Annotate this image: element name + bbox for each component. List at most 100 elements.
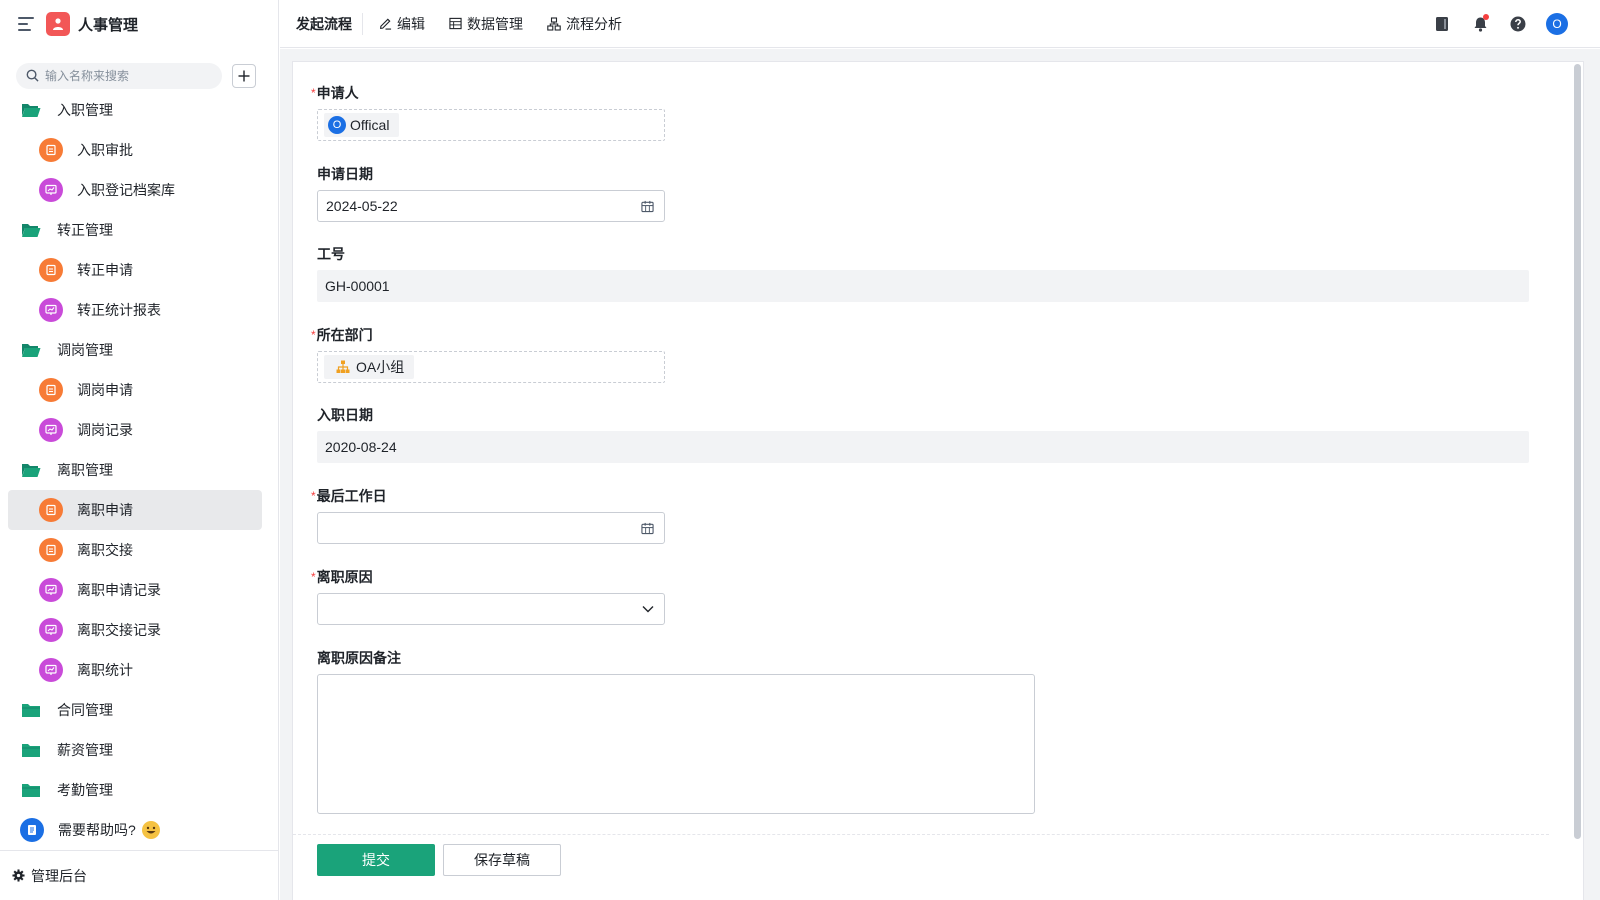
question-icon: [1510, 16, 1526, 32]
field-label: 离职原因备注: [317, 648, 1035, 668]
label-text: 入职日期: [317, 407, 373, 423]
tab-process-analysis[interactable]: 流程分析: [547, 14, 622, 34]
scrollbar[interactable]: [1574, 64, 1581, 839]
sidebar-group-regularization[interactable]: 转正管理: [0, 210, 279, 250]
field-applicant: * 申请人 O Offical: [311, 83, 665, 141]
sidebar-item-resignation-stats[interactable]: 离职统计: [8, 650, 262, 690]
header-actions: O: [1414, 0, 1568, 48]
sidebar-group-salary[interactable]: 薪资管理: [0, 730, 279, 770]
app-logo-icon: [46, 12, 70, 36]
label-text: 所在部门: [316, 327, 373, 343]
sidebar-item-onboarding-approval[interactable]: 入职审批: [8, 130, 262, 170]
field-hire-date: 入职日期 2020-08-24: [317, 405, 1529, 463]
sidebar-group-resignation[interactable]: 离职管理: [0, 450, 279, 490]
folder-open-icon: [22, 344, 41, 357]
smile-emoji-icon: [141, 821, 160, 839]
department-picker[interactable]: OA小组: [317, 351, 665, 383]
calendar-icon: [641, 200, 654, 212]
notification-button[interactable]: [1470, 14, 1490, 34]
table-icon: [449, 17, 462, 30]
gear-icon: [12, 869, 25, 882]
applicant-picker[interactable]: O Offical: [317, 109, 665, 141]
tab-label: 流程分析: [566, 15, 622, 32]
sidebar-group-transfer[interactable]: 调岗管理: [0, 330, 279, 370]
sidebar-group-contract[interactable]: 合同管理: [0, 690, 279, 730]
form-card: * 申请人 O Offical 申请日期 2024-05-22 工号 GH-000…: [292, 61, 1584, 900]
user-avatar[interactable]: O: [1546, 13, 1568, 35]
report-icon: [39, 658, 63, 682]
sidebar-item-transfer-records[interactable]: 调岗记录: [8, 410, 262, 450]
sidebar-group-label: 转正管理: [57, 222, 113, 238]
sidebar-item-resignation-apply[interactable]: 离职申请: [8, 490, 262, 530]
sidebar-item-label: 转正统计报表: [77, 302, 161, 318]
label-text: 申请日期: [317, 166, 373, 182]
apply-date-input[interactable]: 2024-05-22: [317, 190, 665, 222]
app-title: 人事管理: [78, 16, 139, 34]
tab-label: 编辑: [397, 15, 425, 32]
folder-open-icon: [22, 104, 41, 117]
employee-no-value: GH-00001: [317, 270, 1529, 302]
field-label: 申请日期: [317, 164, 665, 184]
sidebar-item-regularization-report[interactable]: 转正统计报表: [8, 290, 262, 330]
department-chip[interactable]: OA小组: [324, 355, 415, 379]
sidebar-group-label: 入职管理: [57, 102, 113, 118]
plus-icon: [238, 70, 250, 81]
label-text: 离职原因: [316, 569, 373, 585]
calendar-icon: [641, 522, 654, 534]
search-input[interactable]: [45, 68, 215, 83]
save-draft-button[interactable]: 保存草稿: [443, 844, 561, 876]
required-mark: *: [311, 328, 316, 342]
field-apply-date: 申请日期 2024-05-22: [317, 164, 665, 222]
flow-icon: [547, 16, 561, 31]
submit-button[interactable]: 提交: [317, 844, 435, 876]
sidebar: 人事管理 入职管理 入职审批 入职登记档案库 转正管理: [0, 0, 279, 900]
tab-edit[interactable]: 编辑: [379, 14, 425, 34]
folder-open-icon: [22, 224, 41, 237]
tab-label: 发起流程: [296, 15, 352, 32]
field-last-day: * 最后工作日: [311, 486, 665, 544]
sidebar-item-resignation-apply-records[interactable]: 离职申请记录: [8, 570, 262, 610]
search-icon: [26, 69, 39, 82]
tab-start-process[interactable]: 发起流程: [296, 12, 363, 35]
sidebar-group-label: 考勤管理: [57, 782, 113, 798]
sidebar-item-label: 转正申请: [77, 262, 133, 278]
edit-icon: [380, 18, 392, 30]
sidebar-header: 人事管理: [0, 0, 278, 48]
field-department: * 所在部门 OA小组: [311, 325, 665, 383]
field-label: * 所在部门: [311, 325, 665, 345]
label-text: 最后工作日: [316, 488, 387, 504]
sidebar-item-label: 离职申请记录: [77, 582, 161, 598]
reason-select[interactable]: [317, 593, 665, 625]
sidebar-group-onboarding[interactable]: 入职管理: [0, 90, 279, 130]
field-reason-note: 离职原因备注: [317, 648, 1035, 814]
sidebar-item-resignation-handover-records[interactable]: 离职交接记录: [8, 610, 262, 650]
form-icon: [39, 498, 63, 522]
help-button[interactable]: [1508, 14, 1528, 34]
folder-icon: [22, 744, 40, 757]
admin-console-link[interactable]: 管理后台: [0, 850, 279, 900]
label-text: 工号: [317, 246, 345, 262]
menu-toggle-icon[interactable]: [18, 17, 34, 31]
tab-data-management[interactable]: 数据管理: [449, 14, 523, 34]
sidebar-item-onboarding-archive[interactable]: 入职登记档案库: [8, 170, 262, 210]
report-icon: [39, 578, 63, 602]
apply-date-value: 2024-05-22: [326, 198, 398, 214]
add-button[interactable]: [232, 63, 256, 88]
applicant-chip[interactable]: O Offical: [324, 113, 400, 137]
notification-dot: [1483, 14, 1489, 20]
sidebar-help[interactable]: 需要帮助吗?: [0, 810, 279, 850]
sidebar-item-label: 调岗记录: [77, 422, 133, 438]
sidebar-item-resignation-handover[interactable]: 离职交接: [8, 530, 262, 570]
sidebar-item-label: 入职登记档案库: [77, 182, 175, 198]
sidebar-item-regularization-apply[interactable]: 转正申请: [8, 250, 262, 290]
notebook-button[interactable]: [1432, 14, 1452, 34]
last-day-input[interactable]: [317, 512, 665, 544]
folder-icon: [22, 704, 40, 717]
reason-note-textarea[interactable]: [317, 674, 1035, 814]
sidebar-group-label: 调岗管理: [57, 342, 113, 358]
required-mark: *: [311, 86, 316, 100]
hire-date-value: 2020-08-24: [317, 431, 1529, 463]
search-box[interactable]: [16, 62, 222, 89]
sidebar-group-attendance[interactable]: 考勤管理: [0, 770, 279, 810]
sidebar-item-transfer-apply[interactable]: 调岗申请: [8, 370, 262, 410]
